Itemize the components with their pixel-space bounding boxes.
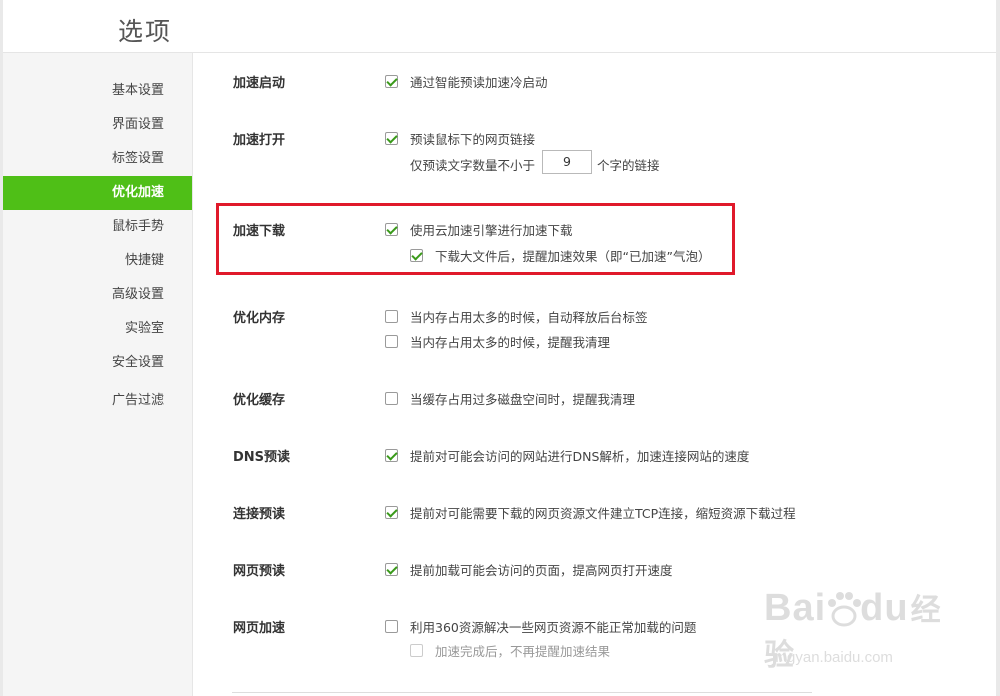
section-label-accel-open: 加速打开 <box>233 133 286 148</box>
option-label: 提前对可能需要下载的网页资源文件建立TCP连接，缩短资源下载过程 <box>410 506 796 521</box>
sidebar-item-label: 基本设置 <box>112 83 165 98</box>
checkbox[interactable] <box>385 392 398 405</box>
sidebar-item-label: 实验室 <box>125 321 165 336</box>
checkbox[interactable] <box>410 249 423 262</box>
option-label: 当内存占用太多的时候，提醒我清理 <box>410 335 611 350</box>
sidebar-item-advanced[interactable]: 高级设置 <box>3 278 192 312</box>
sidebar-item-shortcuts[interactable]: 快捷键 <box>3 244 192 278</box>
sidebar-item-security[interactable]: 安全设置 <box>3 346 192 380</box>
option-label: 当内存占用太多的时候，自动释放后台标签 <box>410 310 648 325</box>
section-label-page-prefetch: 网页预读 <box>233 564 286 579</box>
option-360-resource-fix[interactable]: 利用360资源解决一些网页资源不能正常加载的问题 <box>385 617 696 636</box>
min-chars-input[interactable]: 9 <box>542 150 592 174</box>
option-label: 使用云加速引擎进行加速下载 <box>410 223 573 238</box>
checkbox[interactable] <box>385 75 398 88</box>
checkbox[interactable] <box>385 449 398 462</box>
sidebar-item-label: 界面设置 <box>112 117 165 132</box>
min-chars-suffix: 个字的链接 <box>597 158 660 173</box>
sidebar-item-label: 鼠标手势 <box>112 219 165 234</box>
option-dns-prefetch[interactable]: 提前对可能会访问的网站进行DNS解析，加速连接网站的速度 <box>385 446 749 465</box>
option-page-prefetch[interactable]: 提前加载可能会访问的页面，提高网页打开速度 <box>385 560 673 579</box>
section-label-conn-prefetch: 连接预读 <box>233 507 286 522</box>
checkbox[interactable] <box>385 620 398 633</box>
sidebar-item-interface[interactable]: 界面设置 <box>3 108 192 142</box>
sidebar: 基本设置 界面设置 标签设置 优化加速 鼠标手势 快捷键 高级设置 实验室 安全… <box>3 53 193 696</box>
option-memory-remind[interactable]: 当内存占用太多的时候，提醒我清理 <box>385 332 610 351</box>
checkbox[interactable] <box>385 335 398 348</box>
option-smart-prefetch-startup[interactable]: 通过智能预读加速冷启动 <box>385 72 548 91</box>
checkbox[interactable] <box>410 644 423 657</box>
window-right-border <box>996 0 1000 696</box>
sidebar-item-mouse-gestures[interactable]: 鼠标手势 <box>3 210 192 244</box>
checkbox[interactable] <box>385 223 398 236</box>
section-label-dns-prefetch: DNS预读 <box>233 450 291 465</box>
sidebar-item-label: 标签设置 <box>112 151 165 166</box>
option-label: 下载大文件后，提醒加速效果（即“已加速”气泡） <box>435 249 711 264</box>
option-label: 预读鼠标下的网页链接 <box>410 132 536 147</box>
checkbox[interactable] <box>385 563 398 576</box>
sidebar-item-label: 高级设置 <box>112 287 165 302</box>
option-tcp-prefetch[interactable]: 提前对可能需要下载的网页资源文件建立TCP连接，缩短资源下载过程 <box>385 503 796 522</box>
option-remind-accel-effect[interactable]: 下载大文件后，提醒加速效果（即“已加速”气泡） <box>410 246 710 265</box>
sidebar-item-optimize[interactable]: 优化加速 <box>3 176 192 210</box>
paw-icon <box>828 592 861 627</box>
page-title: 选项 <box>118 17 173 46</box>
sidebar-item-basic[interactable]: 基本设置 <box>3 74 192 108</box>
section-label-accel-download: 加速下载 <box>233 224 286 239</box>
sidebar-item-label: 广告过滤 <box>112 393 165 408</box>
option-label: 当缓存占用过多磁盘空间时，提醒我清理 <box>410 392 636 407</box>
baidu-jingyan-watermark: Bai du经验 jingyan.baidu.com <box>764 585 954 675</box>
sidebar-item-tabs[interactable]: 标签设置 <box>3 142 192 176</box>
option-label: 提前加载可能会访问的页面，提高网页打开速度 <box>410 563 673 578</box>
section-label-opt-memory: 优化内存 <box>233 311 286 326</box>
min-chars-prefix: 仅预读文字数量不小于 <box>410 158 536 173</box>
sidebar-item-lab[interactable]: 实验室 <box>3 312 192 346</box>
header: 选项 <box>3 0 996 53</box>
option-memory-auto-release[interactable]: 当内存占用太多的时候，自动释放后台标签 <box>385 307 648 326</box>
section-label-page-accel: 网页加速 <box>233 621 286 636</box>
option-cache-remind[interactable]: 当缓存占用过多磁盘空间时，提醒我清理 <box>385 389 635 408</box>
option-label: 提前对可能会访问的网站进行DNS解析，加速连接网站的速度 <box>410 449 750 464</box>
checkbox[interactable] <box>385 310 398 323</box>
divider <box>232 692 812 693</box>
option-label: 加速完成后，不再提醒加速结果 <box>435 644 611 659</box>
sidebar-item-label: 快捷键 <box>125 253 165 268</box>
checkbox[interactable] <box>385 506 398 519</box>
section-label-opt-cache: 优化缓存 <box>233 393 286 408</box>
option-cloud-accel-download[interactable]: 使用云加速引擎进行加速下载 <box>385 220 573 239</box>
watermark-url: jingyan.baidu.com <box>772 649 893 666</box>
sidebar-item-label: 优化加速 <box>112 185 165 200</box>
section-label-accel-start: 加速启动 <box>233 76 286 91</box>
sidebar-item-label: 安全设置 <box>112 355 165 370</box>
option-prefetch-hover-links[interactable]: 预读鼠标下的网页链接 <box>385 129 535 148</box>
option-label: 通过智能预读加速冷启动 <box>410 75 548 90</box>
checkbox[interactable] <box>385 132 398 145</box>
sidebar-item-adblock[interactable]: 广告过滤 <box>3 384 192 418</box>
option-label: 利用360资源解决一些网页资源不能正常加载的问题 <box>410 620 697 635</box>
option-no-accel-reminder[interactable]: 加速完成后，不再提醒加速结果 <box>410 641 610 660</box>
